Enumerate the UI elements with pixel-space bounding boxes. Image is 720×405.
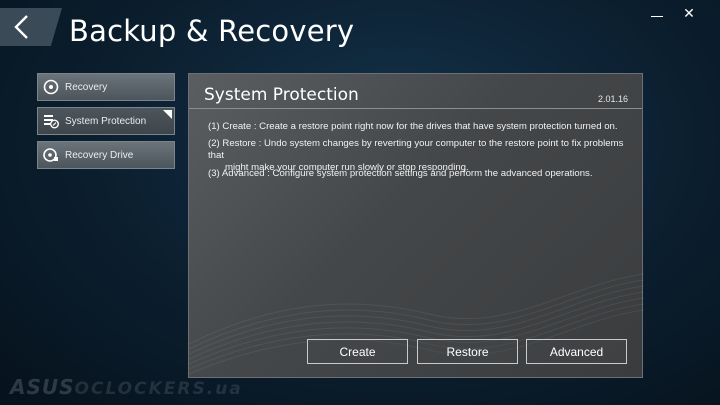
sidebar-item-label: Recovery Drive [65, 149, 134, 161]
back-button[interactable] [0, 8, 62, 46]
app-title: Backup & Recovery [69, 14, 355, 48]
minimize-button[interactable] [648, 6, 666, 22]
sidebar-item-system-protection[interactable]: System Protection [37, 107, 175, 135]
panel-header: System Protection 2.01.16 [189, 74, 642, 109]
system-protection-panel: System Protection 2.01.16 (1) Create : C… [188, 73, 644, 378]
watermark-rest: OCLOCKERS.ua [74, 379, 243, 399]
sidebar-item-recovery-drive[interactable]: Recovery Drive [37, 141, 175, 169]
advanced-button[interactable]: Advanced [526, 339, 627, 364]
create-description: (1) Create : Create a restore point righ… [208, 121, 618, 132]
panel-title: System Protection [204, 85, 359, 105]
sidebar-item-label: Recovery [65, 81, 108, 93]
restore-button[interactable]: Restore [417, 339, 518, 364]
back-arrow-icon [14, 15, 28, 39]
shield-stack-icon [42, 112, 60, 130]
disc-icon [42, 78, 60, 96]
watermark-brand: ASUS [10, 375, 75, 399]
sidebar-item-label: System Protection [65, 115, 147, 127]
sidebar-item-recovery[interactable]: Recovery [37, 73, 175, 101]
version-label: 2.01.16 [597, 94, 628, 104]
create-button[interactable]: Create [307, 339, 408, 364]
advanced-description: (3) Advanced : Configure system protecti… [208, 168, 593, 179]
watermark: ASUSOCLOCKERS.ua [10, 375, 243, 399]
restore-description-line1: (2) Restore : Undo system changes by rev… [208, 138, 624, 161]
selected-corner-indicator [163, 110, 172, 119]
drive-icon [42, 146, 60, 164]
close-button[interactable]: ✕ [680, 6, 698, 22]
